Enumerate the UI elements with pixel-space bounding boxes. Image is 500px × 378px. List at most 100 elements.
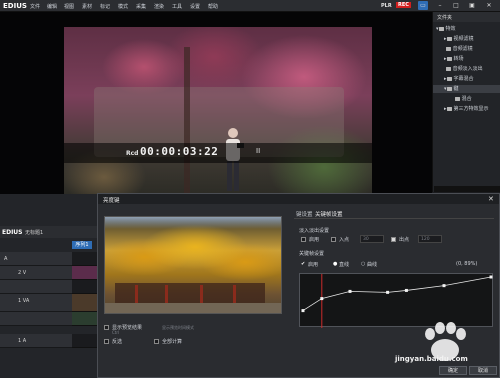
curve-keyframe-point[interactable] [404,288,408,292]
dialog-titlebar[interactable]: 亮度键 ✕ [98,194,499,204]
track-lane[interactable] [72,294,98,312]
curve-keyframe-point[interactable] [442,284,446,288]
menu-edit[interactable]: 编辑 [47,3,57,10]
folder-icon [445,66,451,71]
tree-item-keyers[interactable]: ▾ 键 [433,85,500,93]
player-preview: Rcd 00:00:03:22 II Cur 00:00:03:22 In 00… [0,12,432,206]
menu-mode[interactable]: 模式 [118,3,128,10]
preview-time-hint: 显示预览时间模式 [162,325,194,330]
plr-toggle[interactable]: PLR [381,3,392,9]
thumbnail-column [165,285,168,303]
fade-out-checkbox[interactable] [391,237,396,242]
tab-key-settings[interactable]: 键设置 [296,210,313,218]
track-label: 2 V [18,270,27,276]
fade-in-field[interactable]: 30 [360,235,384,243]
folder-icon[interactable]: ▭ [418,1,428,10]
menu-clip[interactable]: 素材 [82,3,92,10]
tree-item-audio-fades[interactable]: 音频淡入淡出 [433,65,500,73]
thumbnail-sky [105,217,281,229]
keyframe-curve-graph[interactable] [299,273,493,328]
track-header[interactable]: 1 VA [0,294,72,312]
folder-icon [446,76,452,81]
tab-divider [294,218,494,219]
menu-view[interactable]: 视图 [64,3,74,10]
track-header[interactable]: A [0,252,72,266]
fade-in-label: 入点 [339,237,350,243]
track-label: 1 A [18,338,27,344]
preview-result-checkbox[interactable] [104,325,109,330]
invert-checkbox[interactable] [104,339,109,344]
menu-help[interactable]: 帮助 [208,3,218,10]
thumbnail-ground [105,303,281,313]
radio-selected-icon[interactable]: ● [333,261,337,267]
minimize-icon[interactable]: – [435,1,445,10]
tree-item-label: 音频滤镜 [452,46,473,52]
curve-keyframe-point[interactable] [386,290,390,294]
preview-result-hint: Ctrl [112,330,120,335]
curve-keyframe-point[interactable] [301,309,305,313]
maximize-icon[interactable]: □ [451,1,461,10]
menu-capture[interactable]: 采集 [136,3,146,10]
menu-tools[interactable]: 工具 [172,3,182,10]
tab-keyframe-settings[interactable]: 关键帧设置 [315,210,343,218]
tree-item-transitions[interactable]: ▸ 转场 [433,55,500,63]
dialog-title: 亮度键 [103,198,120,204]
fade-enable-label: 启用 [309,237,320,243]
tree-item-video-filters[interactable]: ▸ 视频滤镜 [433,35,500,43]
menu-bar: EDIUS 文件 编辑 视图 素材 标记 模式 采集 渲染 工具 设置 帮助 P… [0,0,500,12]
track-header[interactable]: 2 V [0,266,72,280]
line-mode-label[interactable]: 直线 [339,261,349,268]
timeline-brand: EDIUS [2,229,23,236]
fade-section-header: 淡入淡出设置 [299,228,330,234]
curve-line [302,276,492,311]
tree-item-label: 字幕混合 [453,76,474,82]
track-header[interactable] [0,280,72,294]
menu-marker[interactable]: 标记 [100,3,110,10]
effects-panel-scrollbar[interactable] [434,186,500,192]
curve-readout: (0, 89%) [456,261,478,267]
pause-icon[interactable]: II [256,147,260,155]
video-pole [184,47,190,197]
tree-item-label: 特效 [445,26,456,32]
curve-mode-label[interactable]: 曲线 [367,261,377,268]
tree-item-effects[interactable]: ▾ 特效 [433,25,500,33]
tree-item-blend[interactable]: 混合 [433,95,500,103]
track-lane[interactable] [72,334,98,348]
close-icon[interactable]: ✕ [484,1,494,10]
track-header[interactable] [0,312,72,326]
track-label: 1 VA [18,298,30,304]
menu-file[interactable]: 文件 [30,3,40,10]
tree-item-third-party[interactable]: ▸ 第三方特效显示 [433,105,500,113]
compute-all-checkbox[interactable] [154,339,159,344]
tree-item-label: 键 [453,86,459,92]
radio-icon[interactable]: ○ [361,261,365,267]
tree-item-audio-filters[interactable]: 音频滤镜 [433,45,500,53]
track-header[interactable]: 1 A [0,334,72,348]
fade-in-checkbox[interactable] [331,237,336,242]
timecode-display: 00:00:03:22 [140,145,219,158]
preview-thumbnail [104,216,282,314]
thumbnail-column [135,285,138,303]
close-icon[interactable]: ✕ [488,195,494,203]
folder-icon [445,46,451,51]
keyframe-enable-label[interactable]: 启用 [308,261,318,268]
track-lane[interactable] [72,252,98,266]
folder-icon [438,26,444,31]
rec-toggle[interactable]: REC [396,2,411,8]
menu-render[interactable]: 渲染 [154,3,164,10]
fade-out-field[interactable]: 120 [418,235,442,243]
track-lane[interactable] [72,266,98,280]
track-label: A [4,256,8,262]
track-lane[interactable] [72,280,98,294]
curve-keyframe-point[interactable] [348,289,352,293]
restore-icon[interactable]: ▣ [467,1,477,10]
tree-item-label: 转场 [453,56,464,62]
check-icon: ✔ [301,261,306,267]
sequence-tab[interactable]: 序列1 [72,241,92,249]
curve-keyframe-point[interactable] [489,275,493,279]
curve-keyframe-point[interactable] [320,297,324,301]
menu-settings[interactable]: 设置 [190,3,200,10]
tree-item-title-mixer[interactable]: ▸ 字幕混合 [433,75,500,83]
fade-enable-checkbox[interactable] [301,237,306,242]
track-lane[interactable] [72,312,98,326]
